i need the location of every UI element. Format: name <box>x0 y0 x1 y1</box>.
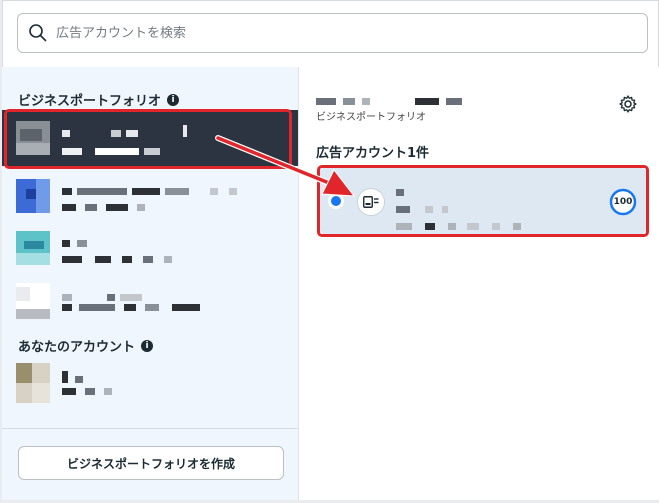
create-business-portfolio-button[interactable]: ビジネスポートフォリオを作成 <box>18 446 284 480</box>
account-id-redacted <box>62 380 113 399</box>
account-avatar <box>16 363 50 403</box>
ad-account-detail-panel <box>298 67 659 500</box>
portfolio-avatar <box>16 231 50 265</box>
portfolio-avatar <box>16 283 50 319</box>
portfolio-type-label: ビジネスポートフォリオ <box>316 112 426 123</box>
gear-icon[interactable] <box>618 94 638 114</box>
search-icon <box>29 24 47 42</box>
business-portfolio-heading: ビジネスポートフォリオ i <box>18 90 180 109</box>
search-box[interactable] <box>17 13 648 53</box>
info-icon[interactable]: i <box>141 339 154 352</box>
personal-account-item[interactable] <box>2 360 298 406</box>
your-accounts-title: あなたのアカウント <box>18 340 136 355</box>
highlight-ad-account <box>317 165 649 237</box>
portfolio-avatar <box>16 179 50 213</box>
business-portfolio-item[interactable] <box>2 170 298 222</box>
portfolio-name-redacted <box>316 90 463 109</box>
business-portfolio-title: ビジネスポートフォリオ <box>18 94 162 109</box>
portfolio-id-redacted <box>62 196 146 215</box>
business-portfolio-item[interactable] <box>2 274 298 326</box>
info-icon[interactable]: i <box>167 93 180 106</box>
search-input[interactable] <box>56 25 616 41</box>
divider <box>2 428 298 429</box>
portfolio-id-redacted <box>62 248 173 267</box>
portfolio-id-redacted <box>62 296 201 315</box>
business-portfolio-item[interactable] <box>2 222 298 274</box>
ad-accounts-title: 広告アカウント1件 <box>316 146 430 161</box>
highlight-selected-portfolio <box>4 109 292 169</box>
your-accounts-heading: あなたのアカウント i <box>18 336 154 355</box>
